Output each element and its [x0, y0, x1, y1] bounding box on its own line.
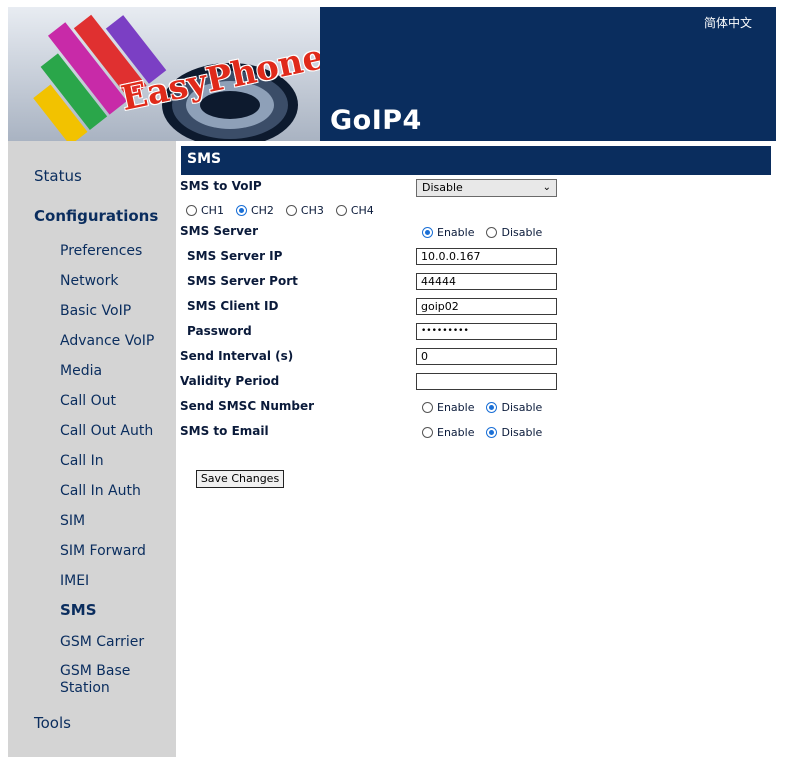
- channel-option-ch3[interactable]: CH3: [285, 204, 324, 217]
- send-smsc-disable-option[interactable]: Disable: [486, 401, 542, 414]
- sms-to-email-disable-label: Disable: [501, 426, 543, 439]
- sms-server-disable-option[interactable]: Disable: [486, 226, 542, 239]
- password-input[interactable]: •••••••••: [416, 323, 557, 340]
- server-ip-input[interactable]: 10.0.0.167: [416, 248, 557, 265]
- nav-call-out[interactable]: Call Out: [60, 393, 116, 410]
- nav-media[interactable]: Media: [60, 363, 102, 380]
- send-interval-label: Send Interval (s): [180, 349, 294, 363]
- nav-gsm-base-line2: Station: [60, 680, 110, 696]
- validity-period-label: Validity Period: [180, 374, 280, 388]
- channel-option-ch1[interactable]: CH1: [186, 204, 224, 217]
- radio-icon[interactable]: [422, 427, 433, 438]
- language-link-chinese[interactable]: 简体中文: [704, 14, 752, 31]
- nav-status[interactable]: Status: [34, 167, 82, 185]
- radio-selected-icon[interactable]: [486, 402, 498, 413]
- radio-selected-icon[interactable]: [235, 205, 247, 216]
- client-id-input[interactable]: goip02: [416, 298, 557, 315]
- nav-sim-forward[interactable]: SIM Forward: [60, 543, 146, 560]
- product-name: GoIP4: [330, 105, 422, 136]
- save-changes-button[interactable]: Save Changes: [196, 470, 284, 488]
- sms-to-voip-label: SMS to VoIP: [180, 179, 262, 193]
- radio-selected-icon[interactable]: [422, 227, 433, 238]
- sms-server-enable-option[interactable]: Enable: [422, 226, 474, 239]
- nav-imei[interactable]: IMEI: [60, 573, 89, 590]
- server-port-input[interactable]: 44444: [416, 273, 557, 290]
- radio-icon[interactable]: [285, 205, 297, 216]
- nav-gsm-base-line1: GSM Base: [60, 663, 131, 679]
- section-title: SMS: [181, 146, 771, 175]
- sms-server-radio-group: Enable Disable: [422, 226, 554, 239]
- nav-call-out-auth[interactable]: Call Out Auth: [60, 423, 153, 440]
- server-port-label: SMS Server Port: [187, 274, 298, 288]
- radio-selected-icon[interactable]: [486, 427, 498, 438]
- sms-to-email-radio-group: Enable Disable: [422, 426, 554, 439]
- server-ip-label: SMS Server IP: [187, 249, 283, 263]
- sidebar: Status Configurations Preferences Networ…: [8, 141, 176, 757]
- easyphone-logo: EasyPhone: [8, 7, 320, 141]
- nav-gsm-base-station[interactable]: GSM Base Station: [60, 663, 130, 697]
- nav-configurations[interactable]: Configurations: [34, 207, 158, 225]
- send-smsc-enable-label: Enable: [437, 401, 475, 414]
- sms-to-email-enable-option[interactable]: Enable: [422, 426, 474, 439]
- send-interval-input[interactable]: 0: [416, 348, 557, 365]
- sms-to-voip-select[interactable]: Disable ⌄: [416, 179, 557, 197]
- nav-tools[interactable]: Tools: [34, 714, 71, 732]
- channel-label-ch4: CH4: [350, 204, 374, 217]
- nav-sim[interactable]: SIM: [60, 513, 85, 530]
- validity-period-input[interactable]: [416, 373, 557, 390]
- nav-sms[interactable]: SMS: [60, 602, 97, 619]
- sms-to-voip-value: Disable: [422, 181, 463, 194]
- nav-preferences[interactable]: Preferences: [60, 243, 142, 260]
- nav-gsm-carrier[interactable]: GSM Carrier: [60, 634, 144, 651]
- sms-server-disable-label: Disable: [501, 226, 543, 239]
- send-smsc-disable-label: Disable: [501, 401, 543, 414]
- sms-to-email-enable-label: Enable: [437, 426, 475, 439]
- radio-icon[interactable]: [486, 227, 498, 238]
- nav-call-in[interactable]: Call In: [60, 453, 104, 470]
- channel-label-ch3: CH3: [300, 204, 324, 217]
- chevron-down-icon: ⌄: [542, 182, 551, 193]
- send-smsc-enable-option[interactable]: Enable: [422, 401, 474, 414]
- channel-option-ch2[interactable]: CH2: [235, 204, 274, 217]
- sms-server-label: SMS Server: [180, 224, 258, 238]
- channel-label-ch2: CH2: [250, 204, 274, 217]
- radio-icon[interactable]: [186, 205, 197, 216]
- radio-icon[interactable]: [422, 402, 433, 413]
- sms-server-enable-label: Enable: [437, 226, 475, 239]
- client-id-label: SMS Client ID: [187, 299, 279, 313]
- header: EasyPhone 简体中文 GoIP4: [8, 7, 776, 141]
- nav-call-in-auth[interactable]: Call In Auth: [60, 483, 141, 500]
- send-smsc-radio-group: Enable Disable: [422, 401, 554, 414]
- nav-basic-voip[interactable]: Basic VoIP: [60, 303, 131, 320]
- password-label: Password: [187, 324, 252, 338]
- channel-option-ch4[interactable]: CH4: [335, 204, 374, 217]
- channel-label-ch1: CH1: [201, 204, 224, 217]
- channel-radio-group: CH1 CH2 CH3 CH4: [186, 204, 386, 217]
- nav-network[interactable]: Network: [60, 273, 118, 290]
- send-smsc-label: Send SMSC Number: [180, 399, 315, 413]
- nav-advance-voip[interactable]: Advance VoIP: [60, 333, 154, 350]
- sms-to-email-label: SMS to Email: [180, 424, 269, 438]
- radio-icon[interactable]: [335, 205, 347, 216]
- sms-to-email-disable-option[interactable]: Disable: [486, 426, 542, 439]
